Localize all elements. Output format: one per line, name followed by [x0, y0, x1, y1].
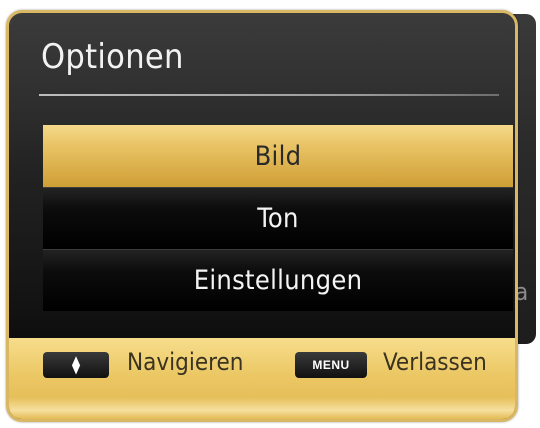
exit-hint: Verlassen: [383, 348, 487, 376]
title-divider: [39, 94, 499, 96]
tv-screen: ta Optionen Bild Ton Einstellungen ▲▼ Na…: [0, 0, 540, 428]
menu-item-einstellungen[interactable]: Einstellungen: [43, 249, 513, 311]
options-dialog: Optionen Bild Ton Einstellungen ▲ ▼ Navig…: [6, 10, 518, 422]
menu-item-label: Bild: [254, 140, 302, 172]
up-down-arrows-icon: ▲ ▼: [71, 353, 81, 376]
navigate-hint: Navigieren: [127, 348, 244, 376]
menu-item-ton[interactable]: Ton: [43, 187, 513, 249]
dialog-footer: ▲ ▼ Navigieren MENU Verlassen: [9, 338, 515, 419]
menu-item-label: Ton: [257, 203, 299, 234]
footer-gloss: [9, 397, 515, 419]
menu-item-label: Einstellungen: [193, 265, 363, 296]
dialog-title: Optionen: [41, 37, 184, 77]
menu-key: MENU: [295, 352, 367, 378]
navigate-key: ▲ ▼: [43, 352, 109, 378]
menu-item-bild[interactable]: Bild: [43, 125, 513, 187]
